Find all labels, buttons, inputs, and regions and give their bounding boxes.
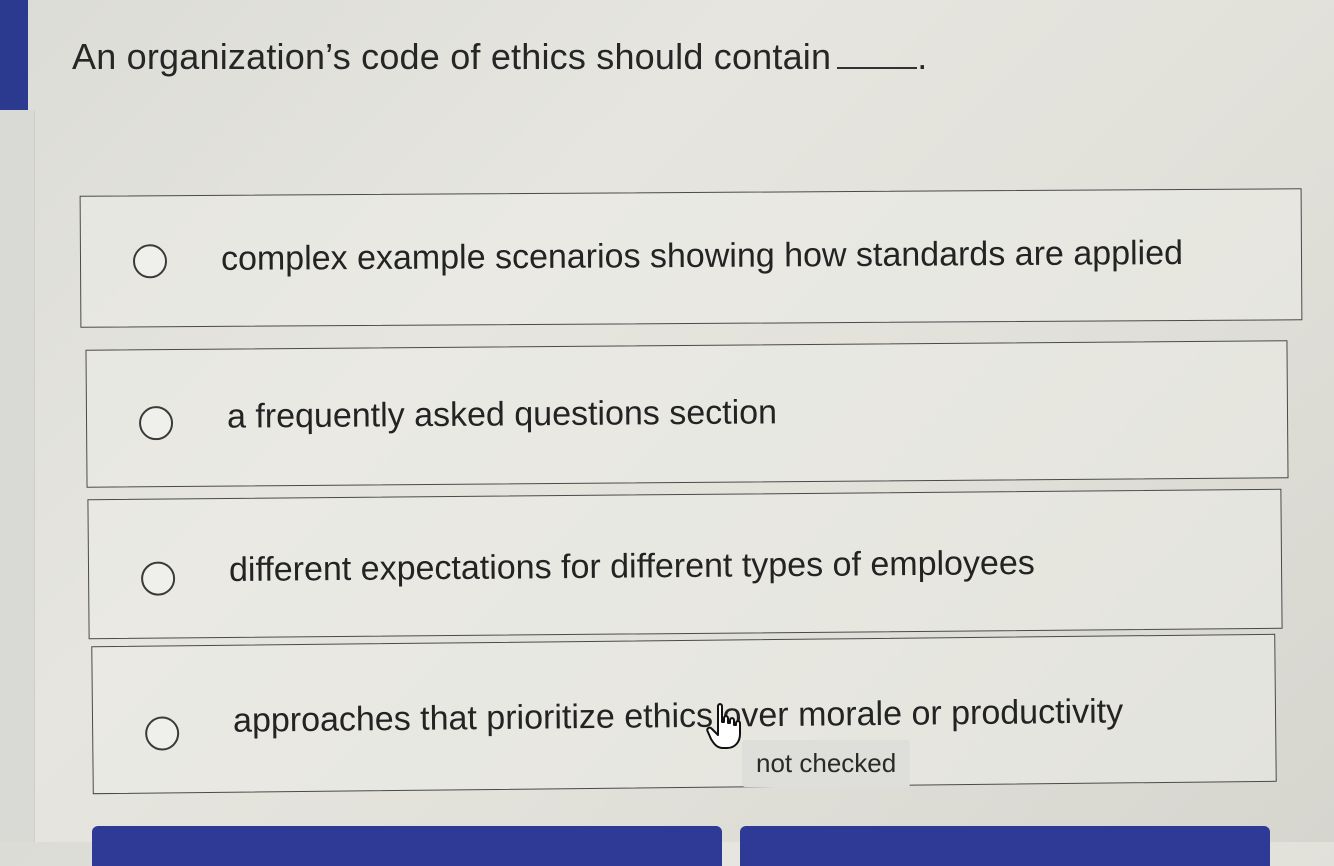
question-text: An organization’s code of ethics should … [72,36,832,77]
radio-button-icon[interactable] [132,244,168,279]
answer-option-2[interactable]: a frequently asked questions section [85,340,1289,488]
left-accent-bar [0,0,28,110]
secondary-action-button[interactable] [740,826,1270,866]
answer-option-3[interactable]: different expectations for different typ… [87,488,1283,640]
answer-option-label: complex example scenarios showing how st… [220,233,1184,278]
question-prompt: An organization’s code of ethics should … [72,36,927,78]
answer-option-label: approaches that prioritize ethics over m… [232,692,1124,740]
answer-option-label: a frequently asked questions section [226,393,778,436]
left-rail [0,110,35,842]
question-period: . [917,36,928,77]
primary-action-button[interactable] [92,826,722,866]
answer-option-label: different expectations for different typ… [228,543,1035,589]
radio-button-icon[interactable] [138,406,174,441]
answer-option-1[interactable]: complex example scenarios showing how st… [79,188,1303,328]
fill-in-blank [837,67,918,69]
radio-button-icon[interactable] [140,561,176,596]
status-tooltip: not checked [742,740,911,787]
answer-option-4[interactable]: approaches that prioritize ethics over m… [91,633,1277,795]
hand-pointer-icon [706,703,741,749]
radio-button-icon[interactable] [144,716,180,751]
